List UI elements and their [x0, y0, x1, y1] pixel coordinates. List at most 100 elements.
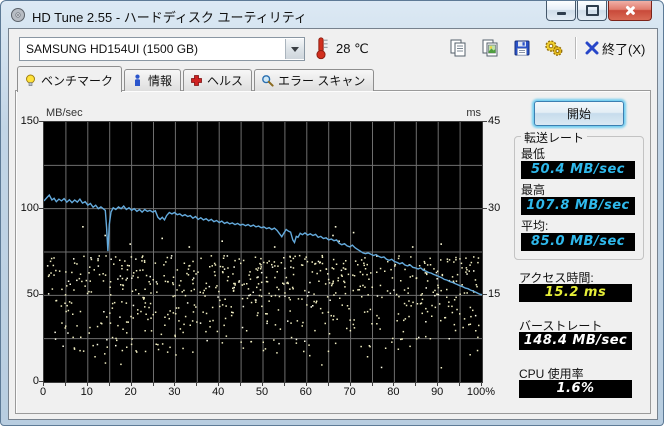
- access-time-dot: [319, 269, 322, 272]
- access-time-dot: [395, 293, 398, 296]
- access-time-dot: [376, 271, 378, 273]
- access-time-dot: [105, 255, 107, 257]
- access-time-dot: [144, 350, 147, 353]
- access-time-dot: [109, 294, 112, 296]
- x-axis-tick: [43, 382, 44, 386]
- access-time-dot: [309, 281, 311, 284]
- exit-button[interactable]: 終了(X): [585, 37, 645, 59]
- access-time-dot: [344, 268, 346, 270]
- access-time-dot: [144, 288, 146, 290]
- access-time-dot: [213, 271, 216, 273]
- access-time-dot: [122, 284, 124, 286]
- right-axis-tick: [483, 294, 487, 295]
- access-time-dot: [353, 319, 355, 321]
- access-time-dot: [202, 311, 204, 313]
- access-time-dot: [376, 323, 378, 325]
- access-time-outlier-dot: [334, 226, 337, 228]
- right-axis-tick-label: 30: [488, 201, 501, 214]
- access-time-dot: [398, 295, 400, 298]
- access-time-dot: [437, 286, 440, 289]
- access-time-dot: [451, 311, 454, 314]
- drive-select-arrow[interactable]: [285, 39, 304, 59]
- access-time-dot: [193, 304, 196, 306]
- access-time-dot: [456, 273, 459, 276]
- access-time-dot: [273, 339, 275, 341]
- title-bar[interactable]: HD Tune 2.55 - ハードディスク ユーティリティ: [1, 1, 663, 29]
- access-time-dot: [106, 346, 108, 348]
- access-time-outlier-dot: [332, 234, 334, 237]
- access-time-dot: [53, 257, 55, 259]
- x-axis-tick: [437, 382, 439, 386]
- copy-image-button[interactable]: [477, 36, 503, 60]
- tab-health[interactable]: ヘルス: [183, 69, 253, 91]
- minimize-button[interactable]: [546, 1, 576, 21]
- access-time-dot: [169, 310, 171, 312]
- access-time-dot: [390, 268, 392, 271]
- access-time-dot: [48, 274, 50, 276]
- tab-benchmark[interactable]: ベンチマーク: [17, 66, 123, 92]
- access-time-dot: [202, 292, 204, 294]
- tab-info[interactable]: 情報: [124, 69, 182, 91]
- access-time-dot: [455, 280, 458, 282]
- access-time-dot: [154, 311, 157, 313]
- access-time-dot: [125, 279, 127, 281]
- exit-x-icon: [585, 41, 599, 55]
- access-time-dot: [402, 330, 405, 333]
- access-time-dot: [344, 286, 346, 288]
- access-time-dot: [233, 266, 235, 268]
- access-time-dot: [142, 269, 144, 271]
- access-time-dot: [79, 273, 82, 275]
- access-time-dot: [444, 316, 447, 319]
- copy-text-button[interactable]: [445, 36, 471, 60]
- access-time-dot: [154, 262, 157, 264]
- access-time-dot: [391, 341, 393, 343]
- access-time-dot: [97, 265, 100, 267]
- access-time-dot: [437, 293, 440, 296]
- close-icon: [625, 5, 636, 16]
- maximize-button[interactable]: [577, 1, 607, 21]
- tab-strip: ベンチマーク 情報 ヘルス エラー スキャン: [17, 66, 376, 92]
- start-button[interactable]: 開始: [534, 101, 624, 126]
- access-time-dot: [161, 343, 164, 345]
- access-time-dot: [225, 335, 228, 337]
- access-time-dot: [254, 256, 257, 258]
- access-time-dot: [446, 258, 449, 260]
- access-time-dot: [330, 284, 333, 287]
- chevron-down-icon: [291, 46, 299, 52]
- tab-error-scan[interactable]: エラー スキャン: [254, 69, 375, 91]
- access-time-dot: [241, 284, 244, 286]
- access-time-dot: [290, 260, 292, 262]
- access-time-dot: [149, 302, 152, 305]
- access-time-dot: [150, 292, 152, 294]
- access-time-dot: [327, 350, 330, 353]
- access-time-dot: [242, 259, 245, 262]
- access-time-dot: [332, 258, 335, 261]
- access-time-dot: [167, 280, 169, 283]
- access-time-dot: [55, 269, 57, 272]
- access-time-dot: [342, 267, 345, 269]
- access-time-dot: [181, 291, 183, 293]
- access-time-dot: [432, 291, 434, 293]
- access-time-dot: [241, 326, 244, 329]
- access-time-dot: [311, 261, 313, 263]
- access-time-dot: [420, 294, 422, 296]
- access-time-dot: [257, 276, 259, 278]
- window-title: HD Tune 2.55 - ハードディスク ユーティリティ: [32, 10, 307, 25]
- access-time-dot: [474, 314, 477, 317]
- access-time-dot: [369, 308, 372, 311]
- access-time-dot: [276, 271, 278, 273]
- access-time-dot: [219, 299, 221, 302]
- access-time-dot: [265, 280, 268, 283]
- access-time-dot: [405, 304, 408, 307]
- access-time-dot: [222, 257, 225, 259]
- access-time-dot: [196, 321, 198, 323]
- options-button[interactable]: [541, 36, 567, 60]
- access-time-dot: [131, 277, 133, 279]
- close-button[interactable]: [608, 1, 652, 21]
- access-time-dot: [227, 267, 229, 269]
- access-time-dot: [172, 282, 174, 284]
- access-time-dot: [260, 257, 262, 260]
- access-time-dot: [58, 270, 61, 272]
- drive-select[interactable]: SAMSUNG HD154UI (1500 GB): [19, 37, 305, 61]
- save-button[interactable]: [509, 36, 535, 60]
